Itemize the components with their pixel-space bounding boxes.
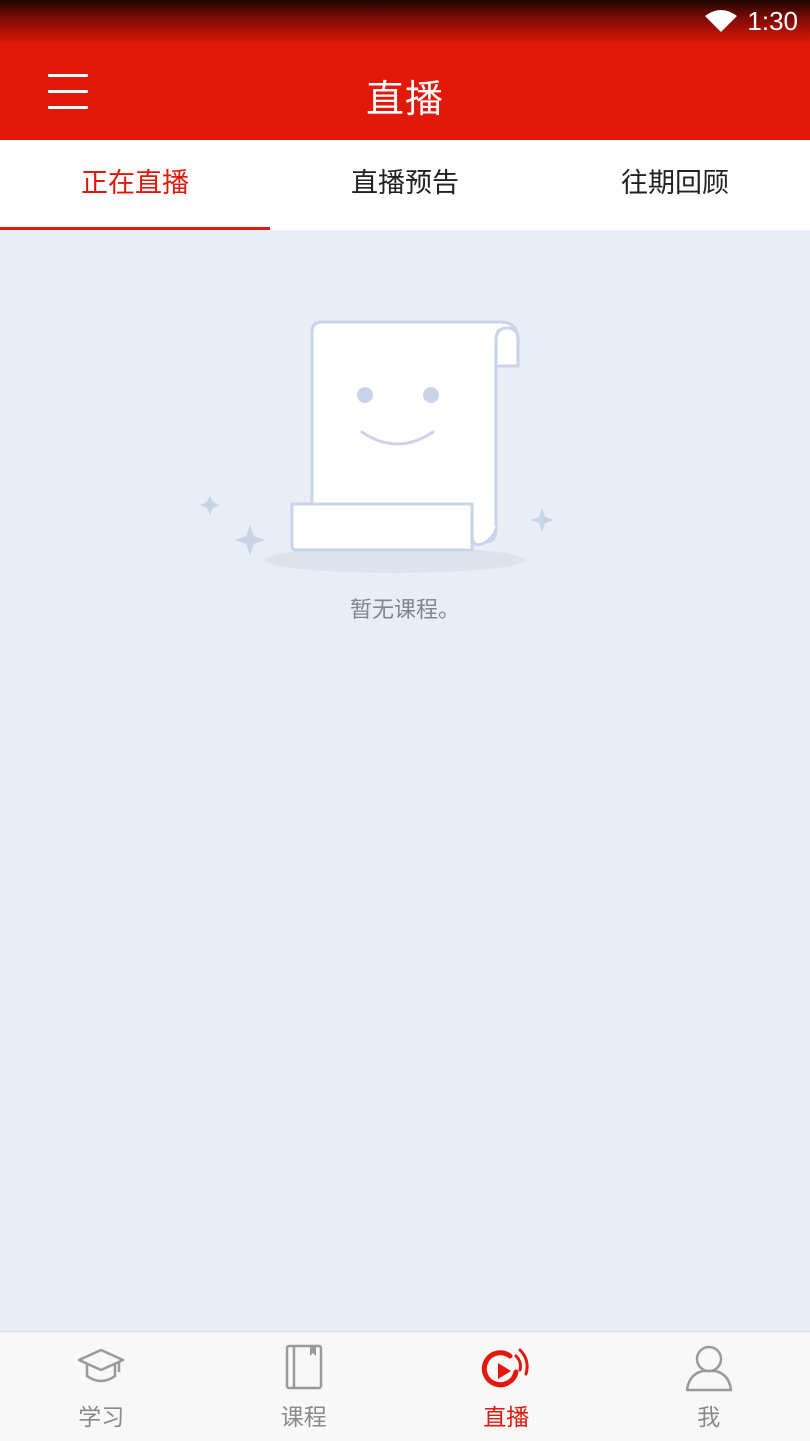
nav-item-courses[interactable]: 课程 <box>203 1332 406 1441</box>
user-icon <box>683 1342 735 1392</box>
nav-item-me[interactable]: 我 <box>608 1332 810 1441</box>
content-area: 暂无课程。 <box>0 230 810 1331</box>
nav-label-courses: 课程 <box>203 1398 406 1432</box>
app-bar: 直播 <box>0 44 810 140</box>
book-icon <box>278 1342 330 1392</box>
page-title: 直播 <box>0 68 810 123</box>
graduation-cap-icon <box>75 1342 127 1392</box>
wifi-icon <box>704 8 738 34</box>
tab-live-preview[interactable]: 直播预告 <box>270 140 540 230</box>
nav-item-study[interactable]: 学习 <box>0 1332 203 1441</box>
empty-scroll-smiley-icon <box>200 320 560 580</box>
nav-label-study: 学习 <box>0 1398 203 1432</box>
nav-label-live: 直播 <box>405 1398 608 1432</box>
tab-bar: 正在直播 直播预告 往期回顾 <box>0 140 810 230</box>
bottom-nav: 学习 课程 直播 我 <box>0 1331 810 1441</box>
empty-message: 暂无课程。 <box>0 592 810 624</box>
tab-live-now[interactable]: 正在直播 <box>0 140 270 230</box>
status-bar: 1:30 <box>0 0 810 44</box>
live-broadcast-icon <box>480 1342 532 1392</box>
nav-label-me: 我 <box>608 1398 810 1432</box>
status-time: 1:30 <box>747 6 798 37</box>
tab-past-review[interactable]: 往期回顾 <box>540 140 810 230</box>
nav-item-live[interactable]: 直播 <box>405 1332 608 1441</box>
